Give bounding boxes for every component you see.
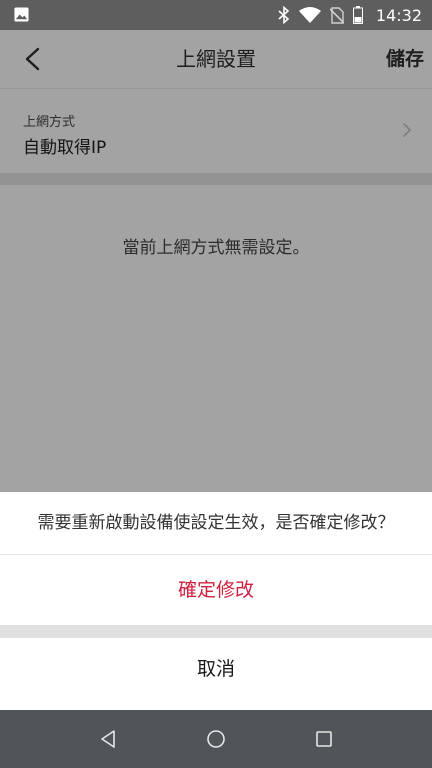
sheet-separator xyxy=(0,625,432,638)
nav-back-icon[interactable] xyxy=(98,729,118,749)
connection-type-row[interactable]: 上網方式 自動取得IP xyxy=(0,89,432,173)
nav-recents-icon[interactable] xyxy=(314,729,334,749)
image-icon xyxy=(14,7,29,22)
bluetooth-icon xyxy=(278,6,290,24)
confirm-bottom-sheet: 需要重新啟動設備使設定生效，是否確定修改？ 確定修改 取消 xyxy=(0,492,432,710)
status-bar: 14:32 xyxy=(0,0,432,30)
cancel-button[interactable]: 取消 xyxy=(0,638,432,710)
no-sim-icon xyxy=(329,6,344,24)
chevron-left-icon[interactable] xyxy=(18,44,46,74)
clock-time: 14:32 xyxy=(375,5,422,25)
battery-icon xyxy=(352,6,363,24)
info-message: 當前上網方式無需設定。 xyxy=(122,238,310,258)
nav-home-icon[interactable] xyxy=(206,729,226,749)
wifi-icon xyxy=(298,7,321,23)
confirm-modify-button[interactable]: 確定修改 xyxy=(0,555,432,625)
content-area: 當前上網方式無需設定。 xyxy=(0,185,432,492)
save-button[interactable]: 儲存 xyxy=(386,30,424,88)
app-header: 上網設置 儲存 xyxy=(0,30,432,89)
section-divider xyxy=(0,173,432,185)
connection-type-label: 上網方式 xyxy=(23,115,76,130)
chevron-right-icon xyxy=(403,123,412,137)
dialog-message: 需要重新啟動設備使設定生效，是否確定修改？ xyxy=(0,492,432,555)
system-nav-bar xyxy=(0,710,432,768)
page-title: 上網設置 xyxy=(176,47,256,71)
connection-type-value: 自動取得IP xyxy=(23,138,107,158)
